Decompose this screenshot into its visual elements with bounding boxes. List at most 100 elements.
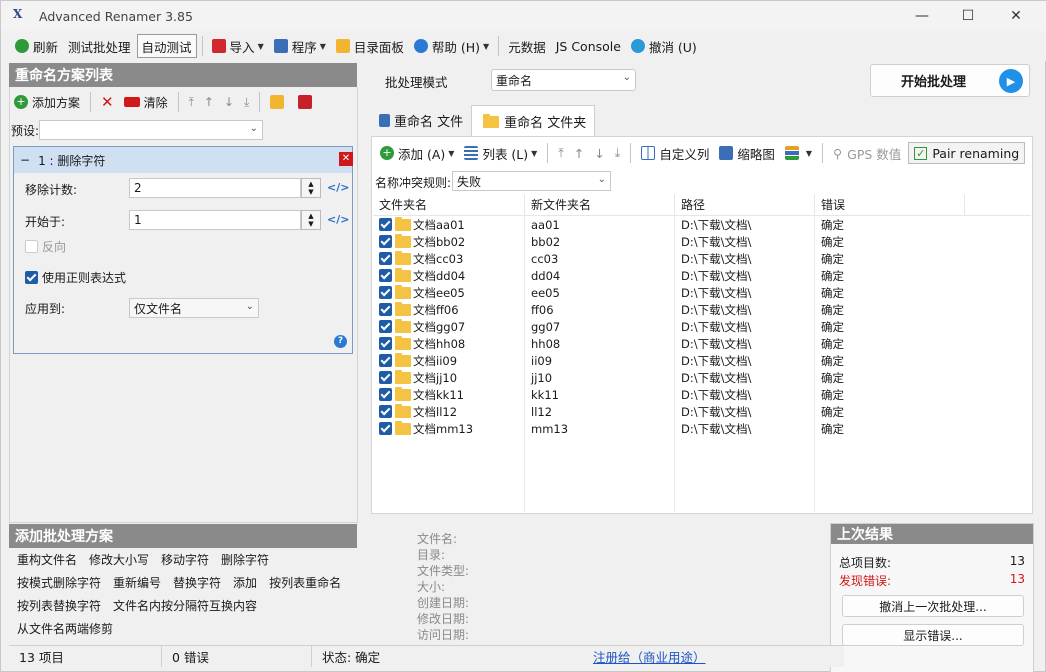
clear-button[interactable]: 清除 (121, 91, 171, 113)
thumbnails-button[interactable]: 缩略图 (716, 142, 778, 164)
table-row[interactable]: 文档hh08 hh08 D:\下载\文档\ 确定 (373, 335, 1031, 352)
remove-rule-icon[interactable]: ✕ (339, 152, 353, 166)
regex-option[interactable]: 使用正则表达式 (25, 269, 126, 286)
list-button[interactable]: 列表 (L) ▼ (461, 142, 540, 164)
batch-method-link[interactable]: 从文件名两端修剪 (17, 620, 113, 637)
batch-method-link[interactable]: 替换字符 (173, 574, 221, 591)
batch-method-link[interactable]: 修改大小写 (89, 551, 149, 568)
menu-item-0[interactable]: 刷新 (11, 34, 62, 58)
remove-count-stepper[interactable]: ▲ ▼ (301, 178, 321, 198)
open-preset-button[interactable] (267, 91, 291, 113)
row-checkbox[interactable] (379, 388, 392, 401)
delete-method-button[interactable]: ✕ (98, 91, 117, 113)
move-top-button[interactable]: ⤒ (186, 91, 197, 113)
column-header[interactable]: 文件夹名 (373, 194, 525, 215)
move-top-button[interactable]: ⤒ (555, 142, 567, 164)
regex-checkbox[interactable] (25, 271, 38, 284)
preset-select[interactable]: ⌄ (39, 120, 263, 140)
table-row[interactable]: 文档ff06 ff06 D:\下载\文档\ 确定 (373, 301, 1031, 318)
add-method-button[interactable]: + 添加方案 (11, 91, 83, 113)
batch-method-link[interactable]: 重新编号 (113, 574, 161, 591)
custom-columns-button[interactable]: 自定义列 (638, 142, 712, 164)
batch-method-link[interactable]: 移动字符 (161, 551, 209, 568)
row-checkbox[interactable] (379, 337, 392, 350)
row-checkbox[interactable] (379, 235, 392, 248)
gps-values-button[interactable]: ⚲ GPS 数值 (830, 142, 904, 164)
menu-item-9[interactable]: 撤消 (U) (627, 34, 701, 58)
apply-to-select[interactable]: 仅文件名 ⌄ (129, 298, 259, 318)
row-checkbox[interactable] (379, 269, 392, 282)
start-at-stepper[interactable]: ▲ ▼ (301, 210, 321, 230)
row-checkbox[interactable] (379, 252, 392, 265)
menu-item-8[interactable]: JS Console (552, 34, 625, 58)
table-row[interactable]: 文档kk11 kk11 D:\下载\文档\ 确定 (373, 386, 1031, 403)
table-row[interactable]: 文档aa01 aa01 D:\下载\文档\ 确定 (373, 216, 1031, 233)
move-up-button[interactable]: ↑ (571, 142, 587, 164)
tab-rename-folders[interactable]: 重命名 文件夹 (471, 105, 596, 137)
menu-item-6[interactable]: 帮助 (H) ▼ (410, 34, 493, 58)
batch-mode-select[interactable]: 重命名 ⌄ (491, 69, 636, 91)
row-checkbox[interactable] (379, 286, 392, 299)
menu-item-4[interactable]: 程序 ▼ (270, 34, 330, 58)
column-header[interactable]: 路径 (675, 194, 815, 215)
menu-item-1[interactable]: 测试批处理 (64, 34, 135, 58)
table-row[interactable]: 文档gg07 gg07 D:\下载\文档\ 确定 (373, 318, 1031, 335)
column-header[interactable]: 错误 (815, 194, 965, 215)
start-batch-button[interactable]: 开始批处理 ▶ (870, 64, 1030, 97)
row-checkbox[interactable] (379, 354, 392, 367)
close-button[interactable]: ✕ (993, 1, 1039, 31)
add-files-button[interactable]: + 添加 (A) ▼ (377, 142, 457, 164)
start-at-field[interactable]: 1 (129, 210, 301, 230)
row-checkbox[interactable] (379, 218, 392, 231)
table-row[interactable]: 文档mm13 mm13 D:\下载\文档\ 确定 (373, 420, 1031, 437)
table-row[interactable]: 文档ee05 ee05 D:\下载\文档\ 确定 (373, 284, 1031, 301)
row-checkbox[interactable] (379, 320, 392, 333)
batch-method-link[interactable]: 删除字符 (221, 551, 269, 568)
code-icon[interactable]: </> (327, 181, 349, 194)
batch-method-link[interactable]: 按列表替换字符 (17, 597, 101, 614)
menu-item-2[interactable]: 自动测试 (136, 34, 197, 58)
tab-rename-files[interactable]: 重命名 文件 (371, 105, 471, 135)
reverse-checkbox[interactable] (25, 240, 38, 253)
help-icon[interactable]: ? (334, 335, 347, 348)
remove-count-field[interactable]: 2 (129, 178, 301, 198)
collapse-icon[interactable]: − (20, 153, 30, 167)
maximize-button[interactable]: ☐ (945, 1, 991, 31)
batch-method-link[interactable]: 按模式删除字符 (17, 574, 101, 591)
move-bottom-button[interactable]: ⤓ (241, 91, 252, 113)
batch-method-link[interactable]: 添加 (233, 574, 257, 591)
table-row[interactable]: 文档cc03 cc03 D:\下载\文档\ 确定 (373, 250, 1031, 267)
table-row[interactable]: 文档ll12 ll12 D:\下载\文档\ 确定 (373, 403, 1031, 420)
table-row[interactable]: 文档bb02 bb02 D:\下载\文档\ 确定 (373, 233, 1031, 250)
code-icon[interactable]: </> (327, 213, 349, 226)
batch-method-link[interactable]: 按列表重命名 (269, 574, 341, 591)
show-errors-button[interactable]: 显示错误... (842, 624, 1024, 646)
menu-item-7[interactable]: 元数据 (504, 34, 550, 58)
undo-last-batch-button[interactable]: 撤消上一次批处理... (842, 595, 1024, 617)
register-link[interactable]: 注册给（商业用途） (593, 647, 706, 666)
batch-method-link[interactable]: 重构文件名 (17, 551, 77, 568)
move-down-button[interactable]: ↓ (591, 142, 607, 164)
row-checkbox[interactable] (379, 371, 392, 384)
column-header[interactable]: 新文件夹名 (525, 194, 675, 215)
table-row[interactable]: 文档ii09 ii09 D:\下载\文档\ 确定 (373, 352, 1031, 369)
menu-item-3[interactable]: 导入 ▼ (208, 34, 268, 58)
move-bottom-button[interactable]: ⤓ (612, 142, 624, 164)
conflict-select[interactable]: 失败 ⌄ (452, 171, 611, 191)
move-up-button[interactable]: ↑ (201, 91, 217, 113)
reverse-option[interactable]: 反向 (25, 238, 66, 255)
table-row[interactable]: 文档jj10 jj10 D:\下载\文档\ 确定 (373, 369, 1031, 386)
pair-renaming-button[interactable]: ✓ Pair renaming (908, 142, 1026, 164)
menu-item-5[interactable]: 目录面板 (332, 34, 408, 58)
row-checkbox[interactable] (379, 303, 392, 316)
move-down-button[interactable]: ↓ (221, 91, 237, 113)
row-checkbox[interactable] (379, 422, 392, 435)
rule-card-header[interactable]: − 1 : 删除字符 ✕ (14, 147, 417, 173)
row-checkbox[interactable] (379, 405, 392, 418)
grid-header: 文件夹名 新文件夹名 路径 错误 (373, 194, 1031, 216)
view-options-button[interactable]: ▼ (782, 142, 815, 164)
batch-method-link[interactable]: 文件名内按分隔符互换内容 (113, 597, 257, 614)
minimize-button[interactable]: — (899, 1, 945, 31)
save-preset-button[interactable] (295, 91, 319, 113)
table-row[interactable]: 文档dd04 dd04 D:\下载\文档\ 确定 (373, 267, 1031, 284)
